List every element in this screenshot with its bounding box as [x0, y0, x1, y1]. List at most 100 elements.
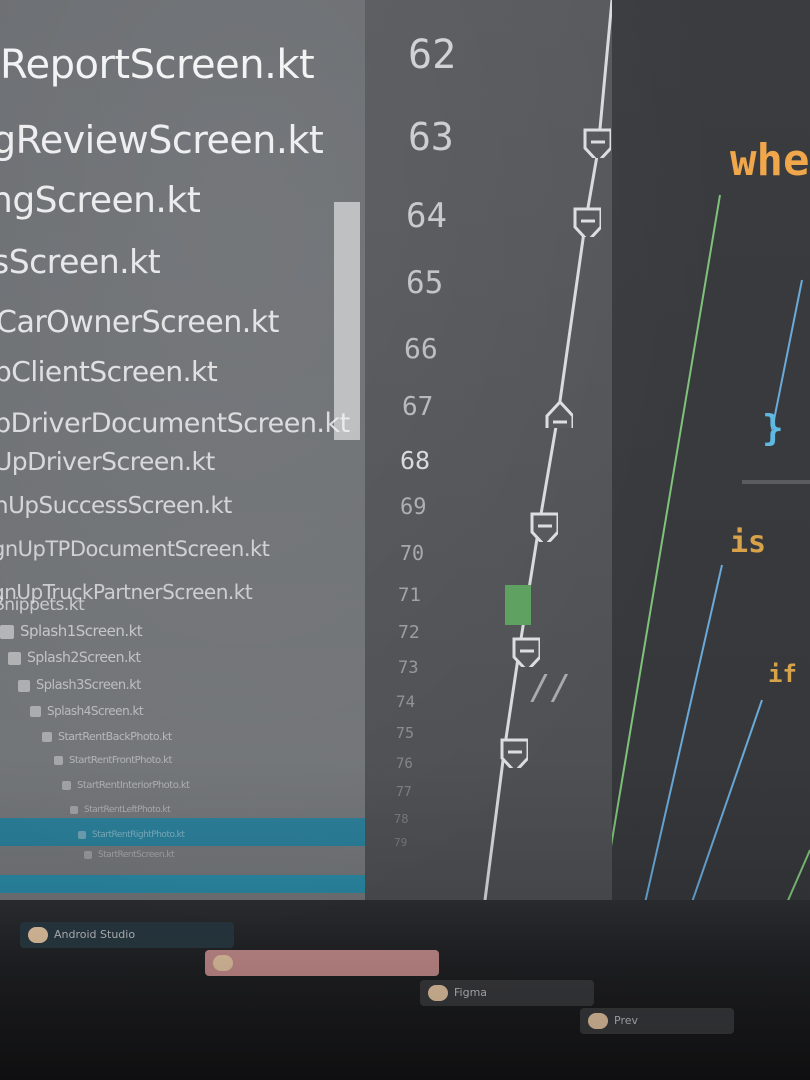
fold-collapse-icon[interactable] — [528, 512, 558, 542]
line-number: 77 — [396, 785, 412, 800]
tree-file-label: nUpSuccessScreen.kt — [0, 493, 232, 519]
line-number: 75 — [396, 724, 415, 742]
vcs-change-marker[interactable] — [505, 585, 531, 625]
tree-file-item[interactable]: Splash3Screen.kt — [18, 678, 141, 693]
tree-file-label: pDriverDocumentScreen.kt — [0, 408, 350, 439]
line-number: 66 — [404, 332, 438, 365]
editor-gutter — [365, 0, 615, 950]
tree-file-label: UpDriverScreen.kt — [0, 447, 215, 476]
kotlin-file-icon — [70, 805, 78, 814]
line-number: 67 — [402, 392, 434, 422]
tree-file-label: ReportScreen.kt — [0, 42, 315, 88]
tree-file-item[interactable]: StartRentBackPhoto.kt — [42, 730, 172, 743]
line-number: 63 — [408, 115, 454, 159]
kotlin-file-icon — [8, 651, 21, 665]
tree-file-label: StartRentRightPhoto.kt — [92, 830, 185, 840]
kotlin-file-icon — [62, 780, 71, 790]
tree-file-item[interactable]: pDriverDocumentScreen.kt — [0, 408, 350, 439]
app-icon — [428, 985, 448, 1001]
line-number: 72 — [398, 622, 420, 643]
kotlin-file-icon — [18, 679, 30, 692]
fold-collapse-icon[interactable] — [571, 207, 601, 237]
taskbar-app-button[interactable]: Android Studio — [20, 922, 234, 948]
tree-file-item[interactable]: sScreen.kt — [0, 242, 161, 281]
tree-file-item[interactable]: Splash4Screen.kt — [30, 704, 144, 718]
kotlin-file-icon — [30, 706, 41, 717]
tree-file-item[interactable]: gnUpTPDocumentScreen.kt — [0, 537, 270, 561]
app-icon — [588, 1013, 608, 1029]
tree-file-item[interactable]: ReportScreen.kt — [0, 42, 315, 88]
tree-file-item[interactable]: Snippets.kt — [0, 595, 85, 615]
fold-expand-icon[interactable] — [543, 398, 573, 428]
line-number: 76 — [396, 756, 413, 772]
ide-window: ReportScreen.kt gReviewScreen.kt ngScreen.… — [0, 0, 810, 1080]
tree-file-label: StartRentLeftPhoto.kt — [84, 805, 171, 815]
tree-file-item[interactable]: StartRentScreen.kt — [84, 850, 175, 860]
code-editor[interactable]: whe}isifToastimageupl — [612, 0, 810, 960]
fold-collapse-icon[interactable] — [498, 738, 528, 768]
tree-file-label: StartRentScreen.kt — [98, 850, 175, 860]
app-icon — [213, 955, 233, 971]
tree-file-label: sScreen.kt — [0, 242, 161, 281]
line-number: 78 — [394, 812, 409, 826]
tree-file-label: StartRentInteriorPhoto.kt — [77, 780, 190, 791]
fold-collapse-icon[interactable] — [581, 128, 611, 158]
app-icon — [28, 927, 48, 943]
tree-file-label: StartRentBackPhoto.kt — [58, 730, 172, 743]
line-number: 73 — [398, 658, 419, 678]
kotlin-file-icon — [54, 755, 63, 765]
kotlin-file-icon — [42, 732, 52, 742]
tree-file-item[interactable]: nUpSuccessScreen.kt — [0, 493, 232, 519]
tree-file-item[interactable]: ngScreen.kt — [0, 180, 201, 221]
taskbar-app-button[interactable]: Figma — [420, 980, 594, 1006]
os-taskbar: Android Studio Figma Prev — [0, 900, 810, 1080]
comment-marker: // — [530, 668, 571, 708]
taskbar-app-label: Figma — [454, 986, 488, 999]
kotlin-file-icon — [0, 624, 14, 639]
taskbar-app-label: Prev — [614, 1014, 638, 1027]
tree-file-item[interactable]: pClientScreen.kt — [0, 355, 218, 388]
tree-file-label: Snippets.kt — [0, 595, 85, 615]
project-tree-panel: ReportScreen.kt gReviewScreen.kt ngScreen.… — [0, 0, 365, 900]
taskbar-app-button[interactable] — [205, 950, 439, 976]
line-number: 62 — [408, 32, 457, 78]
line-number: 69 — [400, 495, 427, 520]
tree-file-item[interactable]: StartRentRightPhoto.kt — [78, 830, 185, 840]
line-number: 65 — [406, 265, 444, 301]
line-number: 79 — [394, 836, 408, 849]
taskbar-app-label: Android Studio — [54, 928, 136, 941]
kotlin-file-icon — [84, 850, 92, 859]
tree-file-item[interactable]: CarOwnerScreen.kt — [0, 305, 279, 340]
line-number: 64 — [406, 196, 447, 236]
tree-file-item[interactable]: gReviewScreen.kt — [0, 118, 324, 162]
tree-file-label: CarOwnerScreen.kt — [0, 305, 279, 340]
tree-file-item[interactable]: StartRentLeftPhoto.kt — [70, 805, 171, 815]
tree-file-label: gnUpTPDocumentScreen.kt — [0, 537, 270, 561]
tree-file-item[interactable]: StartRentInteriorPhoto.kt — [62, 780, 190, 791]
code-token: if — [768, 660, 797, 688]
tree-file-label: Splash4Screen.kt — [47, 704, 144, 718]
tree-file-label: Splash1Screen.kt — [20, 622, 143, 640]
line-number: 71 — [398, 584, 421, 606]
kotlin-file-icon — [78, 830, 86, 839]
taskbar-app-button[interactable]: Prev — [580, 1008, 734, 1034]
fold-collapse-icon[interactable] — [510, 637, 540, 667]
line-number: 68 — [400, 446, 431, 475]
tree-file-item[interactable]: Splash2Screen.kt — [8, 650, 141, 666]
tree-file-label: Splash2Screen.kt — [27, 650, 141, 666]
code-token: is — [730, 525, 767, 560]
tree-file-item[interactable]: StartRentFrontPhoto.kt — [54, 755, 172, 766]
tree-file-item[interactable]: UpDriverScreen.kt — [0, 447, 215, 476]
tree-file-label: ngScreen.kt — [0, 180, 201, 221]
tree-file-label: Splash3Screen.kt — [36, 678, 141, 693]
code-token: } — [762, 408, 784, 449]
tree-file-item[interactable]: Splash1Screen.kt — [0, 622, 143, 640]
tree-file-label: StartRentFrontPhoto.kt — [69, 755, 172, 766]
tree-bottom-bar — [0, 875, 365, 893]
line-number: 70 — [400, 541, 425, 565]
line-number: 74 — [396, 692, 416, 711]
tree-file-label: pClientScreen.kt — [0, 355, 218, 388]
tree-scrollbar[interactable] — [334, 202, 360, 440]
code-token: whe — [730, 135, 810, 186]
tree-file-label: gReviewScreen.kt — [0, 118, 324, 162]
